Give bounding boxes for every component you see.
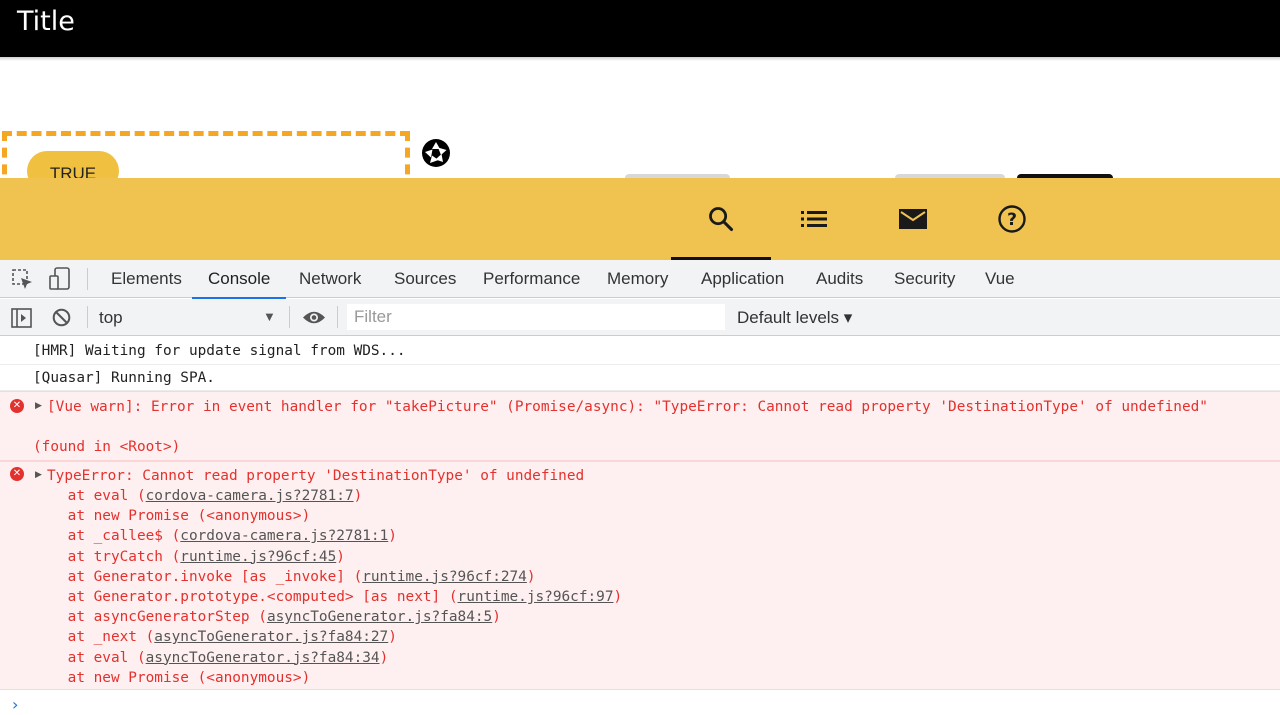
stack-frame: at new Promise (<anonymous>): [33, 669, 311, 686]
stack-frame-text: ): [388, 528, 397, 545]
tab-application[interactable]: Application: [701, 260, 784, 298]
mail-icon: [899, 209, 927, 229]
stack-frame-text: ): [388, 629, 397, 646]
console-prompt[interactable]: ›: [12, 695, 18, 714]
stack-frame-text: at _next (: [33, 629, 155, 646]
app-header: Title: [0, 0, 1280, 57]
tab-security[interactable]: Security: [894, 260, 955, 298]
clear-console-icon[interactable]: [52, 308, 71, 327]
inspect-element-icon[interactable]: [12, 269, 34, 291]
tab-performance[interactable]: Performance: [483, 260, 580, 298]
stack-frame: at _callee$ (cordova-camera.js?2781:1): [33, 528, 397, 544]
stack-frame-text: ): [526, 568, 536, 585]
error-message[interactable]: ✕ ▶ [Vue warn]: Error in event handler f…: [0, 391, 1280, 461]
eye-icon[interactable]: [302, 310, 326, 325]
stack-frame-text: at eval (: [33, 488, 146, 504]
sidebar-toggle-icon[interactable]: [11, 308, 32, 328]
bottom-nav: ?: [0, 178, 1280, 260]
stack-frame-text: at Generator.prototype.<computed> [as ne…: [33, 589, 458, 605]
expand-triangle-icon[interactable]: ▶: [35, 401, 42, 411]
source-link[interactable]: runtime.js?96cf:97: [458, 589, 614, 605]
stack-frame: at Generator.prototype.<computed> [as ne…: [33, 589, 623, 605]
stack-frame-text: ): [336, 548, 345, 565]
device-toggle-icon[interactable]: [49, 267, 71, 291]
stack-frame: at new Promise (<anonymous>): [33, 508, 311, 525]
error-icon: ✕: [10, 399, 24, 413]
source-link[interactable]: asyncToGenerator.js?fa84:5: [267, 609, 492, 625]
divider: [289, 306, 290, 328]
camera-aperture-icon[interactable]: [421, 138, 451, 168]
header-shadow: [0, 57, 1280, 61]
stack-frame-text: at _callee$ (: [33, 528, 181, 545]
stack-frame-text: at eval (: [33, 649, 146, 666]
stack-frame-text: at new Promise (<anonymous>): [33, 508, 311, 525]
console-toolbar: top ▼ Filter Default levels ▾: [0, 299, 1280, 336]
expand-triangle-icon[interactable]: ▶: [35, 470, 42, 480]
stack-frame: at _next (asyncToGenerator.js?fa84:27): [33, 629, 397, 645]
tab-elements[interactable]: Elements: [111, 260, 182, 298]
source-link[interactable]: runtime.js?96cf:274: [362, 569, 527, 585]
divider: [87, 306, 88, 328]
tab-vue[interactable]: Vue: [985, 260, 1015, 298]
source-link[interactable]: asyncToGenerator.js?fa84:27: [154, 629, 388, 645]
devtools-tab-bar: Elements Console Network Sources Perform…: [0, 260, 1280, 299]
log-message: [HMR] Waiting for update signal from WDS…: [0, 337, 1280, 365]
stack-frame-text: at tryCatch (: [33, 548, 181, 565]
list-icon: [801, 211, 827, 227]
page-title: Title: [17, 6, 75, 37]
stack-frame-text: ): [379, 649, 389, 666]
nav-list[interactable]: [764, 178, 864, 260]
stack-frame: at Generator.invoke [as _invoke] (runtim…: [33, 569, 536, 585]
tab-network[interactable]: Network: [299, 260, 361, 298]
source-link[interactable]: runtime.js?96cf:45: [180, 549, 336, 565]
stack-frame: at eval (cordova-camera.js?2781:7): [33, 488, 363, 504]
context-select[interactable]: top: [99, 299, 279, 336]
stack-frame-text: ): [492, 609, 501, 626]
stack-frame: at asyncGeneratorStep (asyncToGenerator.…: [33, 609, 501, 625]
source-link[interactable]: cordova-camera.js?2781:7: [146, 488, 354, 504]
stack-frame-text: at new Promise (<anonymous>): [33, 669, 311, 686]
console-output: [HMR] Waiting for update signal from WDS…: [0, 337, 1280, 715]
stack-frame-text: ): [613, 589, 623, 605]
error-icon: ✕: [10, 467, 24, 481]
tab-sources[interactable]: Sources: [394, 260, 456, 298]
help-icon: ?: [998, 205, 1026, 233]
chevron-down-icon: ▼: [263, 309, 276, 324]
tab-console[interactable]: Console: [191, 260, 287, 299]
tab-memory[interactable]: Memory: [607, 260, 668, 298]
stack-frame-text: at Generator.invoke [as _invoke] (: [33, 568, 363, 585]
stack-frame: at eval (asyncToGenerator.js?fa84:34): [33, 649, 389, 666]
tab-audits[interactable]: Audits: [816, 260, 863, 298]
svg-text:?: ?: [1007, 210, 1017, 230]
filter-input[interactable]: Filter: [347, 304, 725, 330]
divider: [87, 268, 88, 290]
stack-frame-text: ): [353, 488, 363, 504]
source-link[interactable]: cordova-camera.js?2781:1: [180, 528, 388, 544]
stack-frame-text: at asyncGeneratorStep (: [33, 609, 267, 626]
stack-frame: at tryCatch (runtime.js?96cf:45): [33, 549, 345, 565]
search-icon: [709, 207, 734, 232]
log-message: [Quasar] Running SPA.: [0, 365, 1280, 391]
error-message[interactable]: ✕ ▶ TypeError: Cannot read property 'Des…: [0, 461, 1280, 690]
source-link[interactable]: asyncToGenerator.js?fa84:34: [146, 650, 380, 666]
nav-mail[interactable]: [863, 178, 963, 260]
divider: [337, 306, 338, 328]
nav-search[interactable]: [671, 178, 771, 260]
nav-help[interactable]: ?: [962, 178, 1062, 260]
log-levels-dropdown[interactable]: Default levels ▾: [737, 299, 852, 336]
